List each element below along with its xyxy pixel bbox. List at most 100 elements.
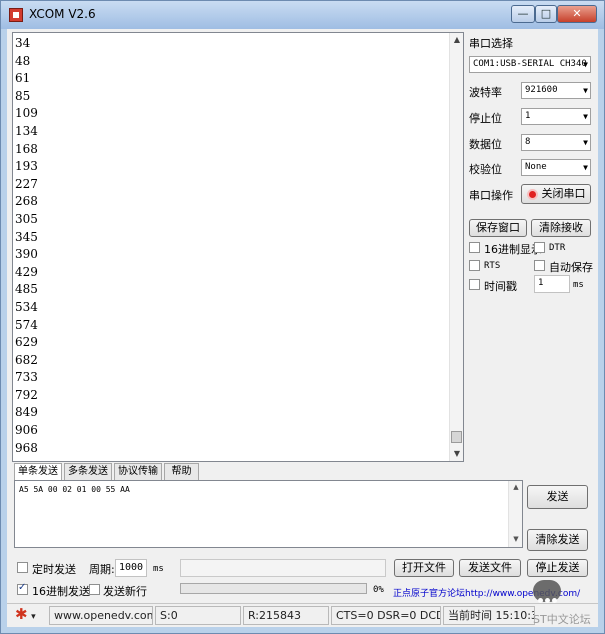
send-file-button[interactable]: 发送文件 <box>459 559 521 577</box>
timestamp-checkbox[interactable] <box>469 279 480 290</box>
maximize-button[interactable]: □ <box>535 5 557 23</box>
minimize-button[interactable]: — <box>511 5 535 23</box>
scroll-up-icon[interactable]: ▲ <box>509 483 523 491</box>
watermark: ST中文论坛 <box>533 570 595 626</box>
close-port-button[interactable]: 关闭串口 <box>521 184 591 204</box>
auto-save-label: 自动保存 <box>549 261 593 274</box>
hex-display-checkbox[interactable] <box>469 242 480 253</box>
dtr-checkbox[interactable] <box>534 242 545 253</box>
tab-multi-send[interactable]: 多条发送 <box>64 463 112 480</box>
port-select[interactable]: COM1:USB-SERIAL CH340 ▼ <box>469 56 591 73</box>
receive-scrollbar[interactable]: ▲ ▼ <box>449 33 463 461</box>
parity-label: 校验位 <box>469 163 502 176</box>
receive-line: 733 <box>15 370 38 385</box>
receive-line: 48 <box>15 53 31 68</box>
send-button[interactable]: 发送 <box>527 485 588 509</box>
databits-select[interactable]: 8 ▼ <box>521 134 591 151</box>
scroll-down-icon[interactable]: ▼ <box>509 535 523 543</box>
receive-text: 34 48 61 85 109 134 168 193 227 268 305 345 390 429 48… <box>15 35 445 459</box>
databits-label: 数据位 <box>469 138 502 151</box>
status-bar: ✱ ▾ www.openedv.com S:0 R:215843 CTS=0 D… <box>7 603 598 627</box>
scroll-down-icon[interactable]: ▼ <box>450 447 464 461</box>
close-button[interactable]: ✕ <box>557 5 597 23</box>
period-value: 1000 <box>119 562 144 573</box>
save-window-button[interactable]: 保存窗口 <box>469 219 527 237</box>
receive-line: 61 <box>15 71 31 86</box>
databits-value: 8 <box>525 137 531 147</box>
stopbits-select[interactable]: 1 ▼ <box>521 108 591 125</box>
port-value: COM1:USB-SERIAL CH340 <box>473 59 587 69</box>
port-op-label: 串口操作 <box>469 189 513 202</box>
port-select-label: 串口选择 <box>469 37 513 50</box>
send-text: A5 5A 00 02 01 00 55 AA <box>19 485 130 494</box>
client-area: 34 48 61 85 109 134 168 193 227 268 305 345 390 429 48… <box>7 29 598 627</box>
stopbits-label: 停止位 <box>469 112 502 125</box>
gear-icon: ✱ <box>15 606 28 623</box>
status-sent-count: S:0 <box>155 606 241 625</box>
receive-line: 485 <box>15 282 38 297</box>
receive-line: 574 <box>15 317 38 332</box>
watermark-text: ST中文论坛 <box>533 613 591 626</box>
hex-send-checkbox[interactable] <box>17 582 28 595</box>
baud-select[interactable]: 921600 ▼ <box>521 82 591 99</box>
title-bar[interactable]: XCOM V2.6 — □ ✕ <box>1 1 604 29</box>
tab-help[interactable]: 帮助 <box>164 463 199 480</box>
file-path-field[interactable] <box>180 559 386 577</box>
chevron-down-icon: ▼ <box>583 112 588 121</box>
port-open-indicator-icon <box>526 188 538 200</box>
send-scrollbar[interactable]: ▲ ▼ <box>508 481 522 547</box>
receive-line: 305 <box>15 211 38 226</box>
chevron-down-icon: ▾ <box>31 612 36 622</box>
send-input[interactable]: A5 5A 00 02 01 00 55 AA ▲ ▼ <box>14 480 523 548</box>
receive-area[interactable]: 34 48 61 85 109 134 168 193 227 268 305 345 390 429 48… <box>12 32 464 462</box>
receive-line: 168 <box>15 141 38 156</box>
timed-send-label: 定时发送 <box>32 563 76 576</box>
receive-line: 906 <box>15 423 38 438</box>
timestamp-input[interactable]: 1 <box>534 275 570 293</box>
app-window: XCOM V2.6 — □ ✕ 34 48 61 85 109 134 168 193 227 2… <box>0 0 605 634</box>
chevron-down-icon: ▼ <box>583 138 588 147</box>
watermark-logo-icon <box>533 580 561 603</box>
receive-line: 345 <box>15 229 38 244</box>
status-received-count: R:215843 <box>243 606 329 625</box>
parity-value: None <box>525 162 547 172</box>
receive-line: 227 <box>15 176 38 191</box>
receive-line: 629 <box>15 335 38 350</box>
clear-receive-button[interactable]: 清除接收 <box>531 219 591 237</box>
period-unit: ms <box>153 564 164 574</box>
window-title: XCOM V2.6 <box>29 7 96 21</box>
receive-line: 534 <box>15 299 38 314</box>
clear-send-button[interactable]: 清除发送 <box>527 529 588 551</box>
settings-menu[interactable]: ✱ ▾ <box>11 606 53 625</box>
dtr-label: DTR <box>549 243 566 253</box>
send-newline-checkbox[interactable] <box>89 584 100 595</box>
app-logo-icon <box>9 8 23 22</box>
tab-single-send[interactable]: 单条发送 <box>14 463 62 481</box>
scroll-thumb[interactable] <box>451 431 462 443</box>
chevron-down-icon: ▼ <box>583 86 588 95</box>
receive-line: 682 <box>15 352 38 367</box>
tab-protocol[interactable]: 协议传输 <box>114 463 162 480</box>
status-site[interactable]: www.openedv.com <box>49 606 153 625</box>
settings-panel: 串口选择 COM1:USB-SERIAL CH340 ▼ 波特率 921600 … <box>469 29 597 469</box>
open-file-button[interactable]: 打开文件 <box>394 559 454 577</box>
receive-line: 85 <box>15 88 31 103</box>
rts-checkbox[interactable] <box>469 260 480 271</box>
timed-send-checkbox[interactable] <box>17 562 28 573</box>
timestamp-label: 时间戳 <box>484 280 517 293</box>
receive-line: 109 <box>15 106 38 121</box>
send-newline-label: 发送新行 <box>103 585 147 598</box>
receive-line: 134 <box>15 123 38 138</box>
parity-select[interactable]: None ▼ <box>521 159 591 176</box>
period-label: 周期: <box>89 563 115 576</box>
period-input[interactable]: 1000 <box>115 559 147 577</box>
timestamp-value: 1 <box>538 278 544 288</box>
receive-line: 429 <box>15 264 38 279</box>
timestamp-unit: ms <box>573 280 584 290</box>
rts-label: RTS <box>484 261 501 271</box>
scroll-up-icon[interactable]: ▲ <box>450 33 464 47</box>
send-progress-bar <box>180 583 367 594</box>
auto-save-checkbox[interactable] <box>534 260 545 271</box>
status-time: 当前时间 15:10:38 <box>443 606 535 625</box>
receive-line: 193 <box>15 159 38 174</box>
